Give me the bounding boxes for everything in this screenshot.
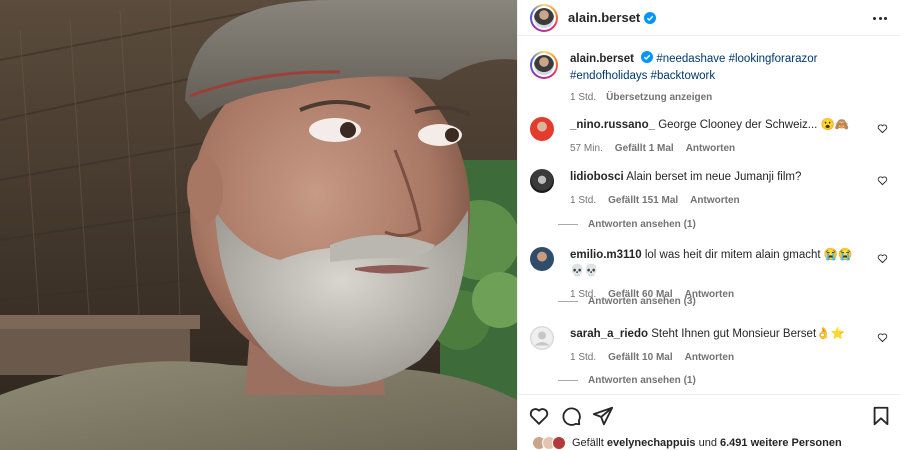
comment-time: 1 Std. bbox=[570, 352, 597, 363]
heart-icon[interactable] bbox=[528, 405, 550, 427]
reply-button[interactable]: Antworten bbox=[686, 141, 735, 157]
comment-item: _nino.russano_ George Clooney der Schwei… bbox=[530, 117, 890, 157]
verified-badge-icon bbox=[644, 11, 657, 24]
caption-avatar[interactable] bbox=[530, 51, 558, 79]
view-replies-button[interactable]: Antworten ansehen (1) bbox=[558, 219, 696, 230]
likes-prefix: Gefällt bbox=[572, 437, 604, 449]
comment-item: lidiobosci Alain berset im neue Jumanji … bbox=[530, 169, 890, 209]
author-username[interactable]: alain.berset bbox=[568, 10, 640, 25]
bookmark-icon[interactable] bbox=[870, 405, 892, 427]
likes-others[interactable]: 6.491 weitere Personen bbox=[720, 437, 842, 449]
comments-scroll-area[interactable]: alain.berset #needashave #lookingforaraz… bbox=[518, 37, 900, 394]
post-photo[interactable] bbox=[0, 0, 517, 450]
portrait-illustration bbox=[0, 0, 517, 450]
comment-text: George Clooney der Schweiz... 😮🙈 bbox=[658, 119, 850, 131]
post-header: alain.berset bbox=[518, 0, 900, 36]
heart-icon[interactable] bbox=[877, 332, 888, 343]
share-icon[interactable] bbox=[592, 405, 614, 427]
heart-icon[interactable] bbox=[877, 175, 888, 186]
comment-likes[interactable]: Gefällt 10 Mal bbox=[608, 350, 672, 366]
caption-username[interactable]: alain.berset bbox=[570, 53, 634, 65]
heart-icon[interactable] bbox=[877, 123, 888, 134]
likes-middle: und bbox=[698, 437, 717, 449]
commenter-avatar[interactable] bbox=[530, 169, 554, 193]
more-options-icon[interactable] bbox=[871, 9, 889, 27]
reply-button[interactable]: Antworten bbox=[685, 350, 734, 366]
caption-time: 1 Std. bbox=[570, 92, 597, 103]
commenter-username[interactable]: sarah_a_riedo bbox=[570, 328, 648, 340]
comment-item: emilio.m3110 lol was heit dir mitem alai… bbox=[530, 247, 890, 303]
likes-user[interactable]: evelynechappuis bbox=[607, 437, 696, 449]
post-action-bar bbox=[518, 394, 900, 436]
comment-icon[interactable] bbox=[560, 405, 582, 427]
post-side-panel: alain.berset alain.berset #needashave #l… bbox=[517, 0, 900, 450]
comment-likes[interactable]: Gefällt 1 Mal bbox=[615, 141, 674, 157]
verified-badge-icon bbox=[641, 51, 654, 63]
post-caption: alain.berset #needashave #lookingforaraz… bbox=[530, 51, 890, 106]
view-replies-button[interactable]: Antworten ansehen (1) bbox=[558, 375, 696, 386]
commenter-username[interactable]: emilio.m3110 bbox=[570, 249, 642, 261]
commenter-avatar[interactable] bbox=[530, 326, 554, 350]
likes-summary[interactable]: Gefällt evelynechappuis und 6.491 weiter… bbox=[532, 436, 842, 450]
comment-item: sarah_a_riedo Steht Ihnen gut Monsieur B… bbox=[530, 326, 890, 366]
liker-avatars bbox=[532, 436, 566, 450]
default-avatar-icon bbox=[530, 326, 554, 350]
commenter-username[interactable]: lidiobosci bbox=[570, 171, 624, 183]
comment-text: Alain berset im neue Jumanji film? bbox=[626, 171, 802, 183]
instagram-post: alain.berset alain.berset #needashave #l… bbox=[0, 0, 900, 450]
commenter-avatar[interactable] bbox=[530, 117, 554, 141]
reply-button[interactable]: Antworten bbox=[690, 193, 739, 209]
comment-time: 57 Min. bbox=[570, 143, 603, 154]
comment-text: Steht Ihnen gut Monsieur Berset👌⭐ bbox=[651, 328, 845, 340]
view-replies-button[interactable]: Antworten ansehen (3) bbox=[558, 296, 696, 307]
translate-link[interactable]: Übersetzung anzeigen bbox=[606, 89, 712, 106]
author-avatar[interactable] bbox=[530, 3, 558, 32]
comment-likes[interactable]: Gefällt 151 Mal bbox=[608, 193, 678, 209]
comment-time: 1 Std. bbox=[570, 195, 597, 206]
heart-icon[interactable] bbox=[877, 253, 888, 264]
commenter-avatar[interactable] bbox=[530, 247, 554, 271]
commenter-username[interactable]: _nino.russano_ bbox=[570, 119, 655, 131]
